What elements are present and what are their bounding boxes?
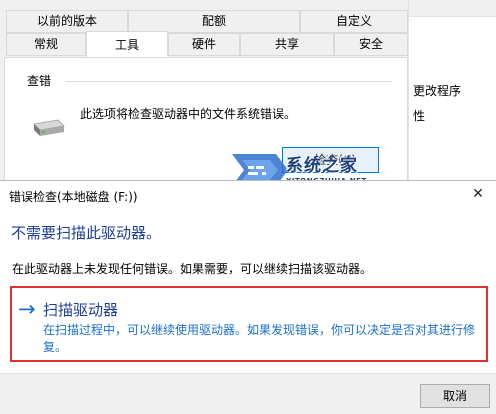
- close-icon[interactable]: ✕: [468, 185, 488, 203]
- tab-quota[interactable]: 配额: [128, 10, 300, 33]
- dialog-title: 错误检查(本地磁盘 (F:)): [9, 190, 138, 204]
- group-divider: [66, 81, 392, 82]
- tab-row-bottom: 常规 工具 硬件 共享 安全: [0, 31, 408, 57]
- arrow-right-icon: →: [18, 297, 36, 321]
- tab-previous-versions[interactable]: 以前的版本: [6, 10, 128, 33]
- scan-drive-description: 在扫描过程中，可以继续使用驱动器。如果发现错误，你可以决定是否对其进行修复。: [43, 323, 476, 354]
- tab-hardware[interactable]: 硬件: [168, 33, 240, 56]
- dialog-heading: 不需要扫描此驱动器。: [11, 224, 162, 242]
- drive-icon: [33, 119, 65, 136]
- tab-security[interactable]: 安全: [334, 33, 408, 56]
- error-check-dialog: 错误检查(本地磁盘 (F:)) ✕ 不需要扫描此驱动器。 在此驱动器上未发现任何…: [0, 180, 496, 414]
- background-label-change-program: 更改程序: [413, 84, 462, 98]
- tab-sharing[interactable]: 共享: [240, 33, 334, 56]
- watermark-logo-text: 系统之家: [286, 156, 358, 176]
- cancel-button[interactable]: 取消: [420, 384, 490, 408]
- error-check-description: 此选项将检查驱动器中的文件系统错误。: [80, 107, 297, 121]
- scan-drive-title[interactable]: 扫描驱动器: [43, 299, 118, 320]
- tab-customize[interactable]: 自定义: [300, 10, 408, 33]
- window-strip: [409, 0, 496, 17]
- error-check-group-title: 查错: [27, 74, 52, 88]
- dialog-message: 在此驱动器上未发现任何错误。如果需要，可以继续扫描该驱动器。: [12, 262, 373, 276]
- tab-general[interactable]: 常规: [6, 33, 86, 56]
- tab-row-top: 以前的版本 配额 自定义: [0, 10, 408, 33]
- tab-tools[interactable]: 工具: [86, 31, 168, 57]
- background-label-property: 性: [413, 109, 426, 123]
